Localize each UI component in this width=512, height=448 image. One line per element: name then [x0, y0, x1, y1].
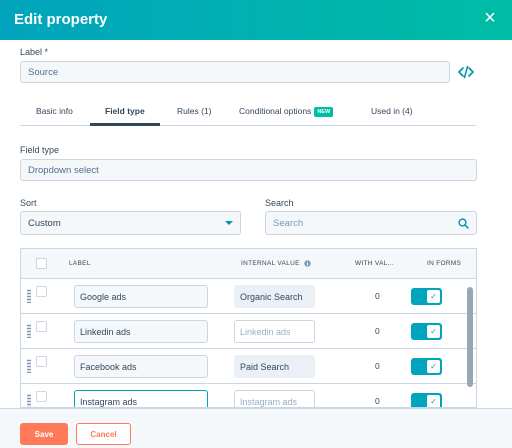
option-label-input[interactable]: Instagram ads [74, 390, 208, 407]
column-internal-value-label: INTERNAL VALUE [241, 260, 300, 268]
table-row: Google ads Organic Search 0 ✓ [21, 279, 476, 314]
row-checkbox[interactable] [36, 286, 47, 297]
tab-field-type[interactable]: Field type [105, 106, 145, 116]
option-label-input[interactable]: Linkedin ads [74, 320, 208, 343]
row-checkbox[interactable] [36, 391, 47, 402]
select-all-checkbox[interactable] [36, 258, 47, 269]
caret-down-icon [225, 221, 233, 225]
row-checkbox[interactable] [36, 321, 47, 332]
new-badge: NEW [314, 106, 334, 117]
column-internal-value: INTERNAL VALUE [241, 260, 311, 267]
drag-handle-icon[interactable] [27, 359, 31, 373]
field-type-label: Field type [20, 145, 60, 155]
modal-title: Edit property [14, 11, 108, 28]
option-label-input[interactable]: Google ads [74, 285, 208, 308]
search-label: Search [265, 198, 294, 208]
in-forms-toggle[interactable]: ✓ [411, 393, 442, 407]
check-icon: ✓ [427, 360, 440, 373]
drag-handle-icon[interactable] [27, 324, 31, 338]
in-forms-toggle[interactable]: ✓ [411, 288, 442, 305]
with-values-count: 0 [375, 326, 380, 336]
options-table: LABEL INTERNAL VALUE WITH VAL... IN FORM… [20, 248, 477, 408]
column-with-values: WITH VAL... [355, 260, 394, 267]
sort-dropdown[interactable]: Custom [20, 211, 241, 235]
internal-value-input[interactable]: Linkedin ads [234, 320, 315, 343]
drag-handle-icon[interactable] [27, 289, 31, 303]
cancel-button[interactable]: Cancel [76, 423, 131, 445]
modal-header: Edit property × [0, 0, 512, 40]
edit-property-modal: Edit property × Label * Source Basic inf… [0, 0, 512, 448]
table-scrollbar[interactable] [467, 281, 473, 407]
close-icon[interactable]: × [480, 8, 500, 28]
tab-used-in[interactable]: Used in (4) [371, 106, 413, 116]
search-placeholder: Search [273, 217, 304, 229]
modal-footer: Save Cancel [0, 408, 512, 448]
tab-bar: Basic info Field type Rules (1) Conditio… [20, 100, 476, 126]
sort-value: Custom [28, 217, 61, 229]
tab-basic-info[interactable]: Basic info [36, 106, 73, 116]
label-input[interactable]: Source [20, 61, 450, 83]
tab-conditional-options[interactable]: Conditional options NEW [239, 106, 334, 117]
search-input[interactable]: Search [265, 211, 477, 235]
with-values-count: 0 [375, 396, 380, 406]
drag-handle-icon[interactable] [27, 394, 31, 407]
info-icon[interactable] [304, 260, 311, 267]
option-label-input[interactable]: Facebook ads [74, 355, 208, 378]
table-row: Instagram ads Instagram ads 0 ✓ [21, 384, 476, 407]
column-in-forms: IN FORMS [427, 260, 462, 267]
table-header: LABEL INTERNAL VALUE WITH VAL... IN FORM… [21, 249, 476, 279]
scrollbar-thumb[interactable] [467, 287, 473, 387]
tab-conditional-options-label: Conditional options [239, 106, 312, 116]
check-icon: ✓ [427, 325, 440, 338]
save-button[interactable]: Save [20, 423, 68, 445]
with-values-count: 0 [375, 291, 380, 301]
search-icon [458, 217, 469, 229]
table-row: Linkedin ads Linkedin ads 0 ✓ [21, 314, 476, 349]
internal-value-input[interactable]: Instagram ads [234, 390, 315, 407]
active-tab-indicator [90, 123, 160, 126]
row-checkbox[interactable] [36, 356, 47, 367]
check-icon: ✓ [427, 290, 440, 303]
tab-rules[interactable]: Rules (1) [177, 106, 211, 116]
sort-label: Sort [20, 198, 37, 208]
field-type-value: Dropdown select [20, 159, 477, 181]
code-icon[interactable] [458, 65, 474, 79]
internal-value-field: Organic Search [234, 285, 315, 308]
column-label: LABEL [69, 260, 91, 267]
in-forms-toggle[interactable]: ✓ [411, 323, 442, 340]
label-field-label: Label * [20, 47, 49, 57]
check-icon: ✓ [427, 395, 440, 407]
table-row: Facebook ads Paid Search 0 ✓ [21, 349, 476, 384]
with-values-count: 0 [375, 361, 380, 371]
internal-value-field: Paid Search [234, 355, 315, 378]
in-forms-toggle[interactable]: ✓ [411, 358, 442, 375]
